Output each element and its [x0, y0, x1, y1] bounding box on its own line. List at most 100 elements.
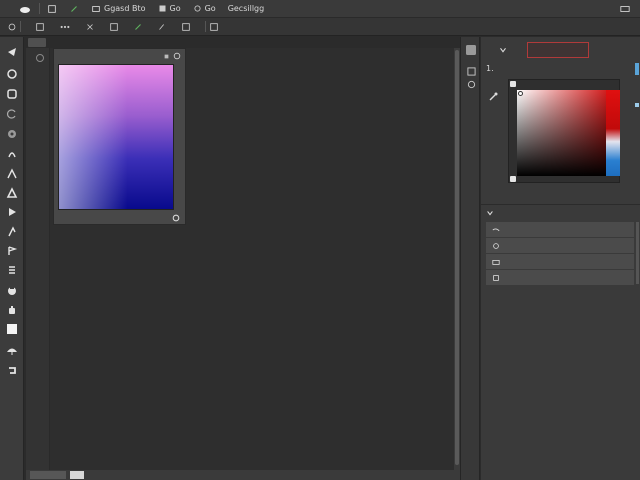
tool-path[interactable] [5, 225, 19, 239]
background-swatch-icon[interactable] [510, 176, 516, 182]
settings-icon[interactable] [172, 214, 180, 222]
menu-bar: Ggasd Bto Go Go Gecsillgg [0, 0, 640, 18]
scrollbar-thumb[interactable] [455, 50, 459, 465]
collapse-icon[interactable] [164, 54, 169, 59]
tool-pen[interactable] [5, 167, 19, 181]
eyedropper-icon[interactable] [488, 92, 498, 102]
opt-move[interactable] [78, 18, 102, 36]
list-item[interactable] [486, 238, 634, 253]
info-button[interactable] [70, 471, 84, 479]
saturation-value-field[interactable] [517, 90, 607, 176]
tool-lasso[interactable] [5, 67, 19, 81]
tool-gear[interactable] [5, 127, 19, 141]
bucket-icon [8, 286, 16, 295]
move-tool-icon [8, 48, 16, 56]
section-divider [481, 204, 640, 205]
tool-triangle[interactable] [5, 186, 19, 200]
tool-move[interactable] [5, 45, 19, 59]
hue-slider[interactable] [606, 90, 620, 176]
layers-list [486, 222, 634, 286]
tool-bucket[interactable] [5, 283, 19, 297]
lasso-icon [7, 69, 17, 79]
opt-grid-1[interactable] [102, 18, 126, 36]
menu-settings[interactable]: Gecsillgg [222, 0, 271, 18]
opt-table[interactable] [198, 18, 226, 36]
panel-dock [460, 37, 480, 480]
menu-brush[interactable] [41, 0, 63, 18]
opt-divider [20, 21, 21, 32]
list-item[interactable] [486, 254, 634, 269]
list-item[interactable] [486, 270, 634, 285]
color-picker-handle[interactable] [518, 91, 523, 96]
menu-type-label: Go [169, 4, 181, 13]
flag-icon [8, 246, 18, 255]
circle-arrow-icon [493, 242, 499, 249]
layers-icon [466, 66, 476, 76]
triangle-icon [6, 187, 18, 198]
panel-scroll-indicator-2[interactable] [635, 103, 639, 107]
dock-layers[interactable] [465, 66, 477, 76]
foreground-swatch-icon[interactable] [510, 81, 516, 87]
hook-icon [9, 367, 16, 374]
gradient-panel [53, 48, 186, 225]
origin-icon[interactable] [36, 54, 44, 62]
color-picker [508, 79, 620, 183]
window-control[interactable] [618, 3, 632, 15]
tool-play[interactable] [5, 205, 19, 219]
grid-icon [110, 22, 118, 31]
tool-hand[interactable] [5, 303, 19, 317]
dots-icon [60, 25, 70, 28]
path-icon [8, 226, 16, 237]
menu-filter[interactable]: Go [187, 0, 222, 18]
opt-circle[interactable] [0, 18, 28, 36]
dock-history[interactable] [465, 79, 477, 89]
menu-logo[interactable] [0, 0, 12, 18]
curve-icon [492, 228, 500, 231]
square-icon [36, 22, 44, 31]
tab-adjust[interactable] [483, 42, 523, 58]
opt-grid-2[interactable] [174, 18, 198, 36]
tool-heal[interactable] [5, 147, 19, 161]
opt-dots[interactable] [52, 18, 78, 36]
history-icon [467, 80, 475, 88]
folder-icon [492, 259, 500, 265]
status-bar [26, 470, 460, 480]
gradient-preview[interactable] [58, 64, 174, 210]
tool-umbrella[interactable] [5, 344, 19, 358]
dock-swatch[interactable] [465, 45, 477, 55]
tool-hook[interactable] [5, 363, 19, 377]
menu-separator [39, 3, 40, 14]
play-icon [9, 208, 16, 216]
menu-image[interactable] [63, 0, 85, 18]
gear-icon [8, 130, 16, 138]
menu-filter-label: Go [204, 4, 216, 13]
zoom-field[interactable] [30, 471, 66, 479]
panel-scroll-indicator[interactable] [635, 63, 639, 75]
tool-rotate[interactable] [5, 107, 19, 121]
document-tab[interactable] [28, 38, 46, 47]
grid-icon [182, 22, 190, 31]
close-icon[interactable] [173, 52, 181, 60]
menu-layers-label: Ggasd Bto [104, 4, 146, 13]
left-ruler [26, 48, 50, 470]
filter-icon [194, 5, 201, 12]
menu-type[interactable]: Go [152, 0, 187, 18]
tool-marquee[interactable] [5, 87, 19, 101]
opt-square[interactable] [28, 18, 52, 36]
options-bar [0, 18, 640, 36]
tool-swatch[interactable] [5, 322, 19, 336]
tool-text[interactable] [5, 263, 19, 277]
minimize-icon [620, 5, 630, 12]
table-icon [210, 22, 218, 31]
list-item[interactable] [486, 222, 634, 237]
layers-section-header[interactable] [486, 209, 498, 217]
pen-tool-icon [7, 168, 17, 179]
opt-pen[interactable] [150, 18, 174, 36]
tool-flag[interactable] [5, 244, 19, 258]
opt-brush[interactable] [126, 18, 150, 36]
tab-color[interactable] [527, 42, 589, 58]
list-scrollbar[interactable] [636, 222, 639, 284]
menu-cloud[interactable] [12, 0, 38, 18]
menu-layers[interactable]: Ggasd Bto [85, 0, 152, 18]
rotate-icon [7, 109, 16, 119]
